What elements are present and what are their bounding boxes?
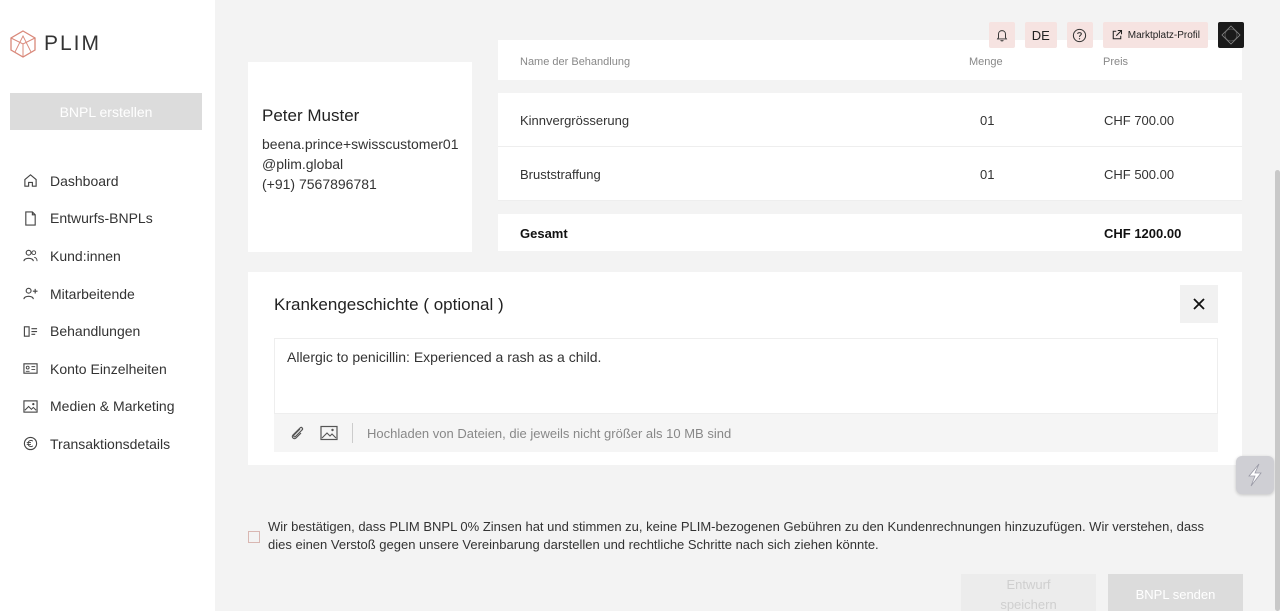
treatment-qty: 01 [980,167,995,182]
sidebar-item-draft-bnpls[interactable]: Entwurfs-BNPLs [22,200,175,238]
sidebar-item-account[interactable]: Konto Einzelheiten [22,350,175,388]
send-bnpl-button[interactable]: BNPL senden [1108,574,1243,611]
treatment-name: Kinnvergrösserung [520,113,630,128]
external-link-icon [1112,29,1122,40]
avatar[interactable] [1218,22,1244,48]
save-draft-button[interactable]: Entwurf speichern [961,574,1096,611]
customer-email: beena.prince+swisscustomer01@plim.global [262,136,459,172]
sidebar-item-label: Mitarbeitende [50,285,135,302]
marketplace-label: Marktplatz-Profil [1127,29,1200,41]
table-row: Bruststraffung 01 CHF 500.00 [498,147,1242,201]
lightning-icon [1248,463,1262,487]
consent-text: Wir bestätigen, dass PLIM BNPL 0% Zinsen… [268,519,1205,552]
customer-phone: (+91) 7567896781 [262,176,377,192]
logo[interactable]: PLIM [10,30,101,58]
users-icon [22,248,38,264]
sidebar-item-treatments[interactable]: Behandlungen [22,312,175,350]
user-plus-icon [22,286,38,302]
home-icon [22,173,38,189]
marketplace-profile-button[interactable]: Marktplatz-Profil [1102,22,1208,48]
sidebar-item-label: Konto Einzelheiten [50,360,167,377]
sidebar: PLIM BNPL erstellen Dashboard Entwurfs-B… [0,0,215,611]
paperclip-icon[interactable] [288,424,306,442]
euro-icon [22,436,38,452]
sidebar-item-dashboard[interactable]: Dashboard [22,162,175,200]
table-total-row: Gesamt CHF 1200.00 [498,214,1242,251]
col-header-name: Name der Behandlung [520,56,631,68]
treatment-price: CHF 500.00 [1104,167,1175,182]
scrollbar[interactable] [1275,170,1280,611]
sidebar-item-transactions[interactable]: Transaktionsdetails [22,425,175,463]
sidebar-item-label: Dashboard [50,172,119,189]
create-bnpl-button[interactable]: BNPL erstellen [10,93,202,130]
image-icon [22,398,38,414]
sidebar-nav: Dashboard Entwurfs-BNPLs Kund:innen Mita… [22,162,175,463]
main-content: Name der Behandlung Menge Preis Kinnverg… [215,0,1280,611]
consent-checkbox[interactable] [248,531,260,543]
treatment-icon [22,323,38,339]
sidebar-item-customers[interactable]: Kund:innen [22,237,175,275]
sidebar-item-media[interactable]: Medien & Marketing [22,388,175,426]
floating-action-button[interactable] [1236,456,1274,494]
customer-name: Peter Muster [262,106,360,125]
table-row: Kinnvergrösserung 01 CHF 700.00 [498,93,1242,147]
sidebar-item-label: Entwurfs-BNPLs [50,210,153,227]
file-icon [22,210,38,226]
treatment-name: Bruststraffung [520,167,601,182]
plim-logo-icon [10,30,36,58]
sidebar-item-label: Behandlungen [50,323,141,340]
close-icon [1193,298,1205,310]
col-header-qty: Menge [969,56,1003,68]
id-card-icon [22,361,38,377]
help-icon [1073,28,1087,42]
sidebar-item-label: Kund:innen [50,247,121,264]
medical-history-input[interactable]: Allergic to penicillin: Experienced a ra… [274,338,1218,414]
treatment-qty: 01 [980,113,995,128]
sidebar-item-label: Medien & Marketing [50,398,175,415]
help-button[interactable] [1066,22,1093,48]
col-header-price: Preis [1103,56,1129,68]
upload-bar: Hochladen von Dateien, die jeweils nicht… [274,414,1218,452]
medical-history-card: Krankengeschichte ( optional ) Allergic … [248,272,1242,465]
notifications-button[interactable] [988,22,1015,48]
brand-name: PLIM [44,32,102,55]
language-button[interactable]: DE [1024,22,1057,48]
close-button[interactable] [1180,285,1218,323]
divider [352,423,353,443]
customer-card: Peter Muster beena.prince+swisscustomer0… [248,62,472,252]
medical-history-title: Krankengeschichte ( optional ) [274,295,504,314]
bell-icon [996,30,1008,42]
total-value: CHF 1200.00 [1104,226,1182,241]
total-label: Gesamt [520,226,568,241]
avatar-logo-icon [1221,25,1241,45]
treatment-price: CHF 700.00 [1104,113,1175,128]
sidebar-item-label: Transaktionsdetails [50,435,171,452]
image-upload-icon[interactable] [320,425,338,441]
upload-hint: Hochladen von Dateien, die jeweils nicht… [367,425,732,441]
sidebar-item-staff[interactable]: Mitarbeitende [22,275,175,313]
consent-block: Wir bestätigen, dass PLIM BNPL 0% Zinsen… [248,518,1228,554]
top-bar: DE Marktplatz-Profil [988,22,1244,48]
